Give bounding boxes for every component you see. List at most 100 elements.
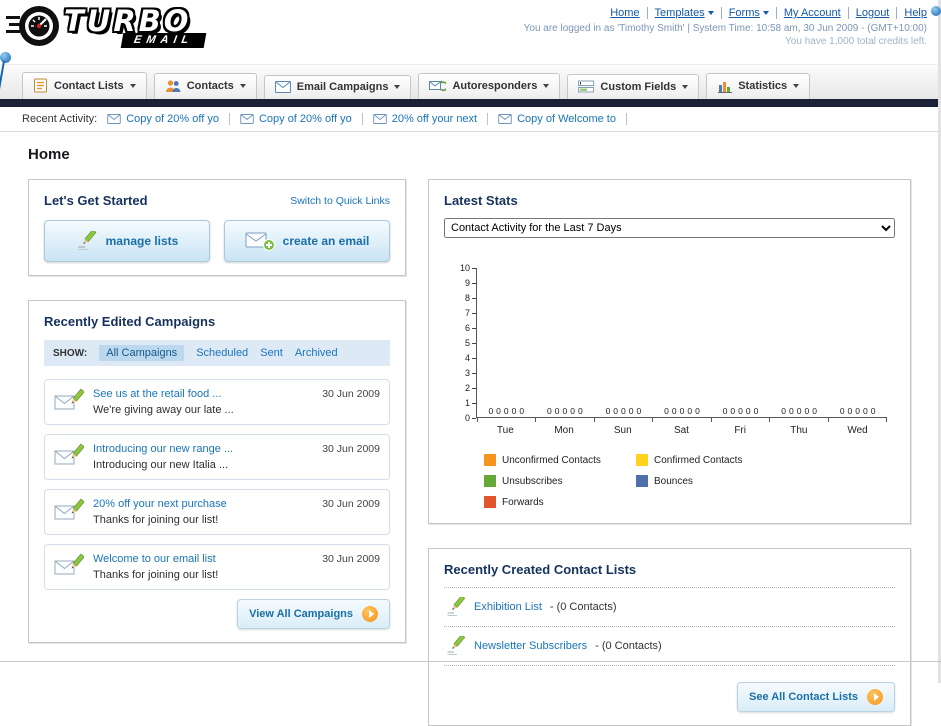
tab-label: Contact Lists <box>54 79 124 92</box>
chart-day-label: Fri <box>734 425 746 436</box>
chart-day-label: Sun <box>613 425 632 436</box>
view-all-campaigns-button[interactable]: View All Campaigns <box>237 599 390 629</box>
recent-contact-lists-title: Recently Created Contact Lists <box>444 562 637 577</box>
email-campaigns-icon <box>274 81 291 93</box>
email-icon <box>498 114 512 124</box>
tab-label: Contacts <box>186 80 234 92</box>
campaign-subtitle: Introducing our new Italia ... <box>93 459 229 471</box>
autoresponders-icon <box>429 80 447 91</box>
chart-x-ticks <box>477 418 887 422</box>
edit-campaign-icon <box>54 443 84 465</box>
filter-archived[interactable]: Archived <box>295 347 338 359</box>
page-title: Home <box>28 146 70 163</box>
nav-home-link[interactable]: Home <box>610 7 639 19</box>
tab-contacts[interactable]: Contacts <box>153 73 257 99</box>
chart-value-groups: 00000 00000 00000 00000 00000 00000 00000 <box>477 406 887 416</box>
recent-activity-item[interactable]: 20% off your next <box>373 113 489 125</box>
get-started-title: Let's Get Started <box>44 193 148 208</box>
activity-chart: 10 9 8 7 6 5 4 3 2 1 0 000000000000000000000000000… <box>448 263 887 436</box>
nav-forms-link[interactable]: Forms <box>729 7 760 19</box>
legend-swatch-icon <box>636 454 648 466</box>
campaign-title-link[interactable]: Introducing our new range ... <box>93 443 313 455</box>
logo-title: TURBO <box>64 4 192 38</box>
tab-autoresponders[interactable]: Autoresponders <box>418 73 561 99</box>
recent-activity-label: Recent Activity: <box>22 113 98 125</box>
recent-campaigns-title: Recently Edited Campaigns <box>44 314 216 329</box>
recent-activity-item-label: Copy of Welcome to <box>517 113 616 125</box>
nav-logout-link[interactable]: Logout <box>856 7 890 19</box>
campaign-list-item: Welcome to our email list Thanks for joi… <box>44 544 390 590</box>
campaign-filters: SHOW: All Campaigns Scheduled Sent Archi… <box>44 340 390 366</box>
logo-decoration-ball <box>0 52 11 63</box>
stats-activity-select[interactable]: Contact Activity for the Last 7 Days <box>444 218 895 238</box>
chart-day-label: Tue <box>496 425 514 436</box>
nav-templates-link[interactable]: Templates <box>655 7 705 19</box>
chevron-down-icon <box>762 11 769 15</box>
filter-sent[interactable]: Sent <box>260 347 283 359</box>
email-icon <box>107 114 121 124</box>
email-icon <box>240 114 254 124</box>
tab-email-campaigns[interactable]: Email Campaigns <box>263 75 412 99</box>
main-content: Home Let's Get Started Switch to Quick L… <box>0 132 941 726</box>
pencil-icon <box>77 231 97 250</box>
email-icon <box>373 114 387 124</box>
recent-activity-item[interactable]: Copy of Welcome to <box>498 113 627 125</box>
contact-list-count: - (0 Contacts) <box>549 601 617 613</box>
campaign-list-item: 20% off your next purchase Thanks for jo… <box>44 489 390 535</box>
chart-value-group: 00000 <box>547 406 583 416</box>
custom-fields-icon <box>578 80 595 93</box>
legend-item: Unconfirmed Contacts <box>484 454 636 466</box>
see-all-contact-lists-label: See All Contact Lists <box>748 691 858 703</box>
nav-help-link[interactable]: Help <box>904 7 927 19</box>
campaign-list-item: Introducing our new range ... Introducin… <box>44 434 390 480</box>
filter-scheduled[interactable]: Scheduled <box>196 347 248 359</box>
top-nav: Home Templates Forms My Account Logout H… <box>524 7 927 19</box>
legend-item: Forwards <box>484 496 636 508</box>
show-label: SHOW: <box>53 347 88 359</box>
create-email-button[interactable]: create an email <box>224 220 390 262</box>
header-decoration-dot <box>931 6 941 16</box>
view-all-campaigns-label: View All Campaigns <box>249 608 353 620</box>
tab-label: Custom Fields <box>600 80 677 93</box>
recent-campaigns-panel: Recently Edited Campaigns SHOW: All Camp… <box>28 300 406 643</box>
manage-lists-button[interactable]: manage lists <box>44 220 210 262</box>
tab-statistics[interactable]: Statistics <box>706 73 811 99</box>
header-right: Home Templates Forms My Account Logout H… <box>524 4 927 47</box>
tab-label: Email Campaigns <box>296 81 389 93</box>
chart-day-labels: Tue Mon Sun Sat Fri Thu Wed <box>476 425 887 436</box>
nav-accent-bar <box>0 99 941 107</box>
stats-legend: Unconfirmed Contacts Confirmed Contacts Un… <box>484 454 895 508</box>
switch-quick-links-link[interactable]: Switch to Quick Links <box>290 195 390 207</box>
chart-value-group: 00000 <box>839 406 876 416</box>
recent-activity-item[interactable]: Copy of 20% off yo <box>240 113 363 125</box>
tab-label: Autoresponders <box>452 80 538 92</box>
chart-value-group: 00000 <box>664 406 700 416</box>
campaign-title-link[interactable]: See us at the retail food ... <box>93 388 313 400</box>
arrow-right-icon <box>867 689 883 705</box>
tab-contact-lists[interactable]: Contact Lists <box>22 72 147 99</box>
recent-contact-lists-panel: Recently Created Contact Lists Exhibitio… <box>428 548 911 726</box>
legend-swatch-icon <box>484 475 496 487</box>
chevron-down-icon <box>793 84 800 88</box>
see-all-contact-lists-button[interactable]: See All Contact Lists <box>736 682 895 712</box>
legend-swatch-icon <box>484 496 496 508</box>
login-info: You are logged in as 'Timothy Smith' | S… <box>523 23 927 34</box>
chart-day-label: Mon <box>554 425 574 436</box>
campaign-title-link[interactable]: 20% off your next purchase <box>93 498 313 510</box>
recent-activity-item[interactable]: Copy of 20% off yo <box>107 113 230 125</box>
filter-all-campaigns[interactable]: All Campaigns <box>99 345 185 361</box>
campaign-date: 30 Jun 2009 <box>322 443 380 455</box>
recent-activity-item-label: Copy of 20% off yo <box>258 113 352 125</box>
nav-my-account-link[interactable]: My Account <box>784 7 841 19</box>
contact-list-link[interactable]: Exhibition List <box>474 601 542 613</box>
manage-lists-label: manage lists <box>105 234 179 248</box>
tab-custom-fields[interactable]: Custom Fields <box>567 74 700 99</box>
tab-label: Statistics <box>738 80 788 92</box>
get-started-panel: Let's Get Started Switch to Quick Links … <box>28 179 406 276</box>
contact-list-link[interactable]: Newsletter Subscribers <box>474 640 587 652</box>
chart-value-group: 00000 <box>488 406 525 416</box>
main-nav-tabbar: Contact Lists Contacts Email Campaigns A… <box>0 64 941 99</box>
chart-y-axis: 10 9 8 7 6 5 4 3 2 1 0 <box>448 263 476 423</box>
edit-campaign-icon <box>54 388 84 410</box>
campaign-title-link[interactable]: Welcome to our email list <box>93 553 313 565</box>
